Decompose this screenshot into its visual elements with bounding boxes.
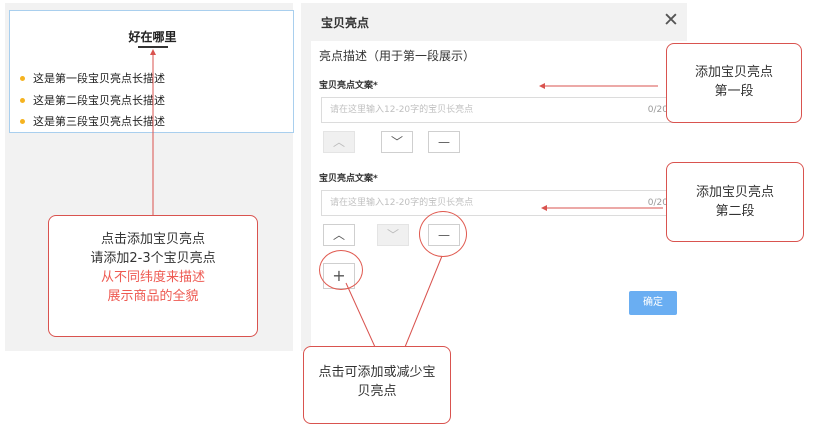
callout-second-segment: 添加宝贝亮点 第二段 [666,162,804,242]
callout-add-remove: 点击可添加或减少宝 贝亮点 [303,346,451,424]
callout-add-highlight: 点击添加宝贝亮点 请添加2-3个宝贝亮点 从不同纬度来描述 展示商品的全貌 [48,215,258,337]
highlight-circle-add [319,250,363,290]
line-to-remove [404,255,443,348]
callout-first-segment: 添加宝贝亮点 第一段 [666,43,802,123]
highlight-circle-remove [419,211,467,257]
line-to-add [345,282,376,348]
